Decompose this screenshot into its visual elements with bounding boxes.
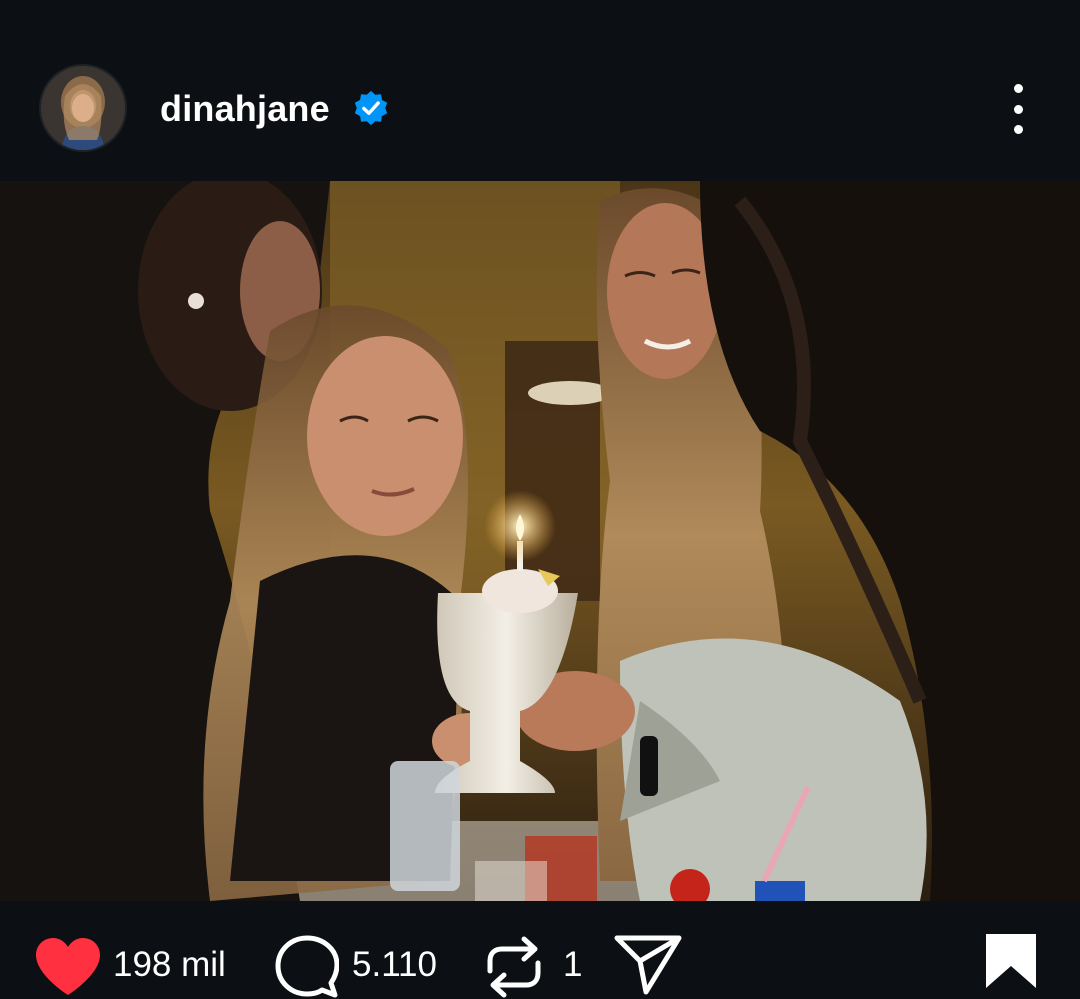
more-options-button[interactable] bbox=[1000, 84, 1036, 134]
more-dot-icon bbox=[1013, 84, 1023, 93]
repost-icon bbox=[487, 936, 541, 998]
repost-count[interactable]: 1 bbox=[563, 945, 582, 985]
like-button[interactable] bbox=[34, 937, 102, 997]
heart-filled-icon bbox=[36, 938, 100, 995]
bookmark-filled-icon bbox=[986, 934, 1036, 988]
comment-bubble-icon bbox=[275, 935, 339, 998]
avatar-image bbox=[41, 66, 125, 150]
username[interactable]: dinahjane bbox=[160, 88, 330, 130]
post-header: dinahjane bbox=[0, 0, 1080, 181]
share-button[interactable] bbox=[614, 934, 682, 996]
more-dot-icon bbox=[1013, 125, 1023, 134]
save-button[interactable] bbox=[984, 932, 1038, 990]
avatar[interactable] bbox=[41, 66, 125, 150]
photo-birthday-candle-scene bbox=[0, 181, 1080, 901]
comment-button[interactable] bbox=[275, 935, 339, 999]
verified-badge-icon bbox=[354, 90, 388, 126]
comment-count[interactable]: 5.110 bbox=[352, 945, 437, 985]
more-dot-icon bbox=[1013, 104, 1023, 114]
repost-button[interactable] bbox=[486, 935, 542, 999]
post-photo[interactable] bbox=[0, 181, 1080, 901]
post-actions-bar: 198 mil 5.110 1 bbox=[0, 901, 1080, 999]
like-count[interactable]: 198 mil bbox=[113, 945, 226, 985]
send-icon bbox=[614, 935, 682, 995]
